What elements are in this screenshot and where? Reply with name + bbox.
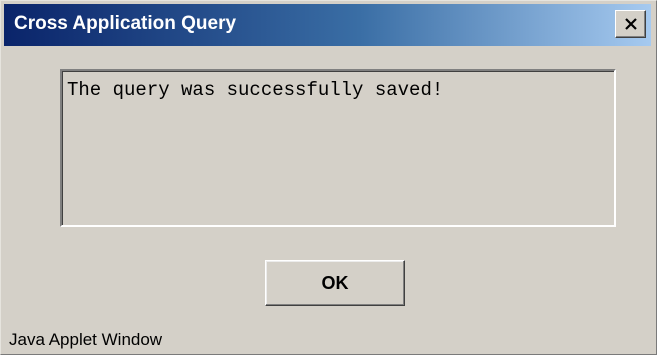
close-x-icon — [624, 18, 638, 30]
title-bar[interactable]: Cross Application Query — [4, 4, 651, 46]
window-title: Cross Application Query — [14, 13, 237, 34]
applet-status-label: Java Applet Window — [9, 330, 163, 349]
ok-button[interactable]: OK — [265, 260, 405, 306]
message-area: The query was successfully saved! — [60, 69, 616, 227]
dialog-window: Cross Application Query The query was su… — [0, 0, 657, 355]
message-text: The query was successfully saved! — [67, 79, 444, 101]
close-button[interactable] — [615, 10, 646, 38]
